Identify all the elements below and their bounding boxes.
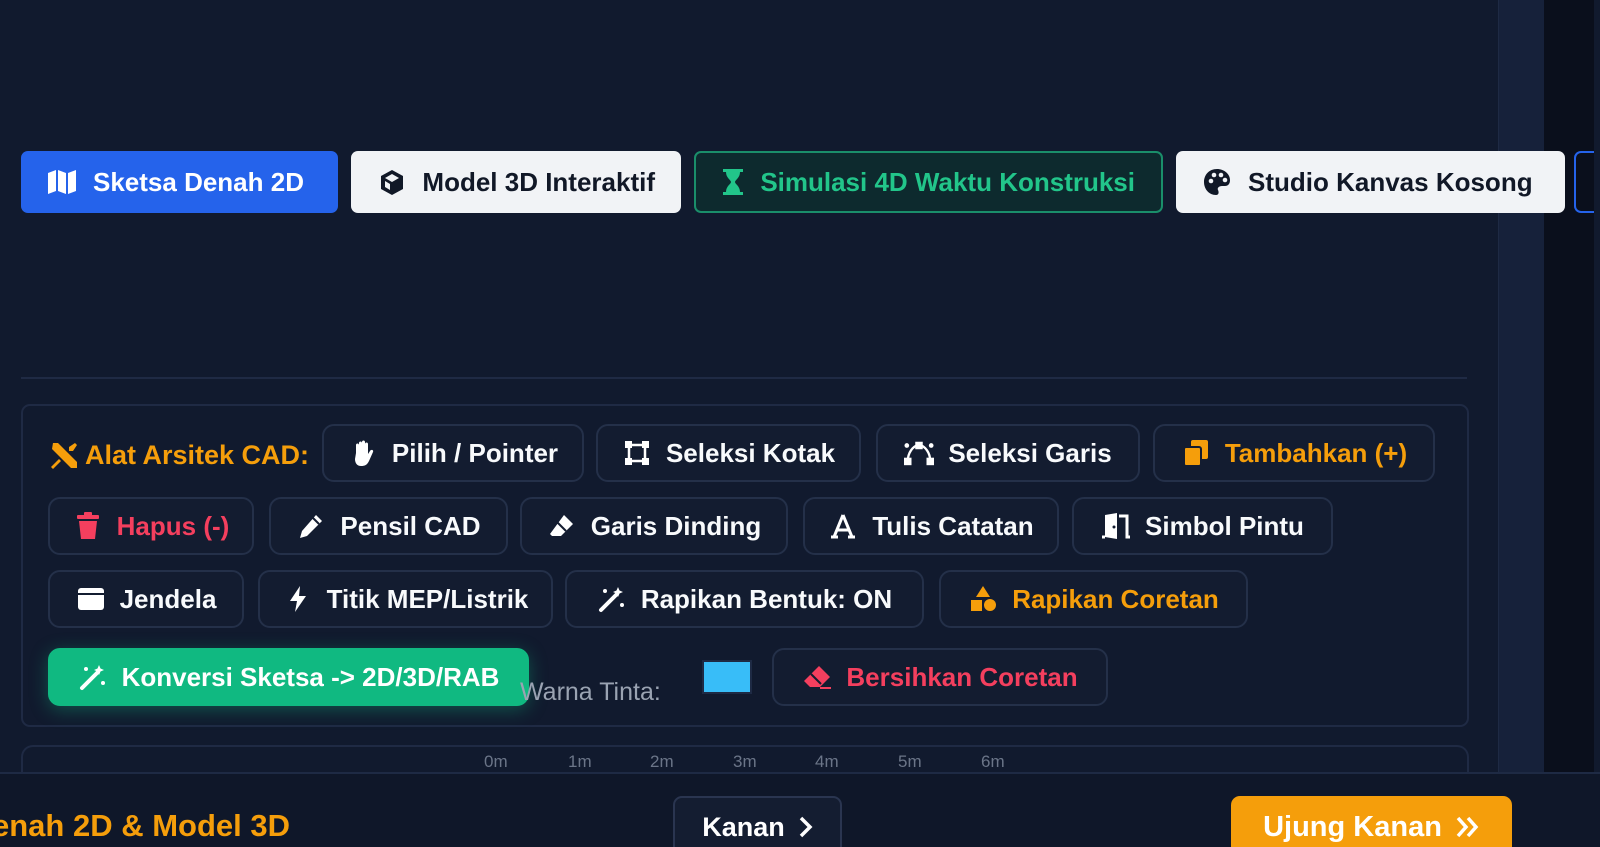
tab-label: Simulasi 4D Waktu Konstruksi (760, 166, 1135, 197)
tool-konversi-sketsa[interactable]: Konversi Sketsa -> 2D/3D/RAB (48, 648, 529, 706)
tab-label: Model 3D Interaktif (422, 166, 655, 197)
mode-tabs: Sketsa Denah 2D Model 3D Interaktif Simu… (21, 151, 1565, 213)
tab-label: Sketsa Denah 2D (93, 166, 304, 197)
tool-simbol-pintu[interactable]: Simbol Pintu (1072, 497, 1333, 555)
tool-hapus[interactable]: Hapus (-) (48, 497, 254, 555)
tab-sketsa-denah-2d[interactable]: Sketsa Denah 2D (21, 151, 338, 213)
tool-label: Konversi Sketsa -> 2D/3D/RAB (121, 661, 500, 692)
tool-garis-dinding[interactable]: Garis Dinding (520, 497, 788, 555)
ink-color-picker[interactable] (702, 660, 752, 694)
font-icon (828, 511, 858, 541)
tool-titik-mep-listrik[interactable]: Titik MEP/Listrik (258, 570, 553, 628)
tool-rapikan-bentuk[interactable]: Rapikan Bentuk: ON (565, 570, 924, 628)
tool-label: Hapus (-) (116, 510, 230, 541)
tool-label: Pensil CAD (340, 510, 481, 541)
hand-icon (348, 438, 378, 468)
trash-icon (73, 511, 103, 541)
ruler-tick: 5m (898, 752, 922, 771)
tool-seleksi-garis[interactable]: Seleksi Garis (876, 424, 1140, 482)
chevron-right-icon (799, 816, 813, 838)
scroll-right-button[interactable]: Kanan (673, 796, 842, 847)
ruler-tick: 0m (484, 752, 508, 771)
tool-label: Garis Dinding (590, 510, 762, 541)
door-icon (1101, 511, 1131, 541)
tool-bersihkan-coretan[interactable]: Bersihkan Coretan (772, 648, 1108, 706)
tab-studio-kanvas-kosong[interactable]: Studio Kanvas Kosong (1176, 151, 1565, 213)
window-edge (1544, 0, 1594, 772)
tool-label: Jendela (119, 583, 217, 614)
section-divider (21, 377, 1467, 379)
ink-color-label: Warna Tinta: (520, 678, 661, 706)
hourglass-icon (722, 167, 744, 197)
tool-label: Rapikan Coretan (1012, 583, 1219, 614)
tool-label: Seleksi Kotak (665, 437, 836, 468)
bezier-icon (904, 438, 935, 468)
tool-seleksi-kotak[interactable]: Seleksi Kotak (596, 424, 861, 482)
section-title: enah 2D & Model 3D (0, 808, 290, 843)
magic-wand-icon (597, 584, 627, 614)
tool-tambahkan[interactable]: Tambahkan (+) (1153, 424, 1435, 482)
eraser-icon (802, 662, 832, 692)
tab-model-3d-interaktif[interactable]: Model 3D Interaktif (351, 151, 681, 213)
tool-label: Bersihkan Coretan (846, 661, 1078, 692)
double-chevron-right-icon (1456, 816, 1480, 838)
cad-panel-title: Alat Arsitek CAD: (49, 440, 309, 471)
tool-label: Titik MEP/Listrik (326, 583, 529, 614)
button-label: Ujung Kanan (1263, 810, 1442, 843)
tool-tulis-catatan[interactable]: Tulis Catatan (803, 497, 1059, 555)
tab-label: Studio Kanvas Kosong (1248, 166, 1533, 197)
magic-wand-icon (78, 662, 108, 692)
tool-label: Seleksi Garis (948, 437, 1112, 468)
tab-simulasi-4d[interactable]: Simulasi 4D Waktu Konstruksi (694, 151, 1163, 213)
tab-overflow-next[interactable] (1574, 151, 1594, 213)
bolt-icon (283, 584, 313, 614)
cad-title-text: Alat Arsitek CAD: (85, 440, 310, 470)
tool-label: Pilih / Pointer (391, 437, 559, 468)
tool-label: Tulis Catatan (872, 510, 1034, 541)
ruler-tick: 6m (981, 752, 1005, 771)
tools-icon (49, 441, 79, 471)
button-label: Kanan (702, 811, 785, 842)
window-icon (76, 584, 106, 614)
shapes-icon (968, 584, 998, 614)
tool-pilih-pointer[interactable]: Pilih / Pointer (322, 424, 584, 482)
scrollbar-track[interactable] (1498, 0, 1545, 772)
ruler-tick: 3m (733, 752, 757, 771)
app-page: Sketsa Denah 2D Model 3D Interaktif Simu… (0, 0, 1600, 847)
ruler-tick: 2m (650, 752, 674, 771)
tool-label: Rapikan Bentuk: ON (640, 583, 893, 614)
tool-label: Simbol Pintu (1145, 510, 1304, 541)
cube-icon (377, 167, 406, 197)
tool-rapikan-coretan[interactable]: Rapikan Coretan (939, 570, 1248, 628)
palette-icon (1202, 167, 1232, 197)
scroll-end-right-button[interactable]: Ujung Kanan (1231, 796, 1512, 847)
copy-icon (1181, 438, 1211, 468)
ruler-tick: 4m (815, 752, 839, 771)
ruler-tick: 1m (568, 752, 592, 771)
eraser-icon (547, 511, 577, 541)
tool-pensil-cad[interactable]: Pensil CAD (269, 497, 508, 555)
pencil-icon (296, 511, 326, 541)
map-icon (47, 167, 77, 197)
tool-label: Tambahkan (+) (1224, 437, 1408, 468)
tool-jendela[interactable]: Jendela (48, 570, 244, 628)
vector-square-icon (622, 438, 652, 468)
